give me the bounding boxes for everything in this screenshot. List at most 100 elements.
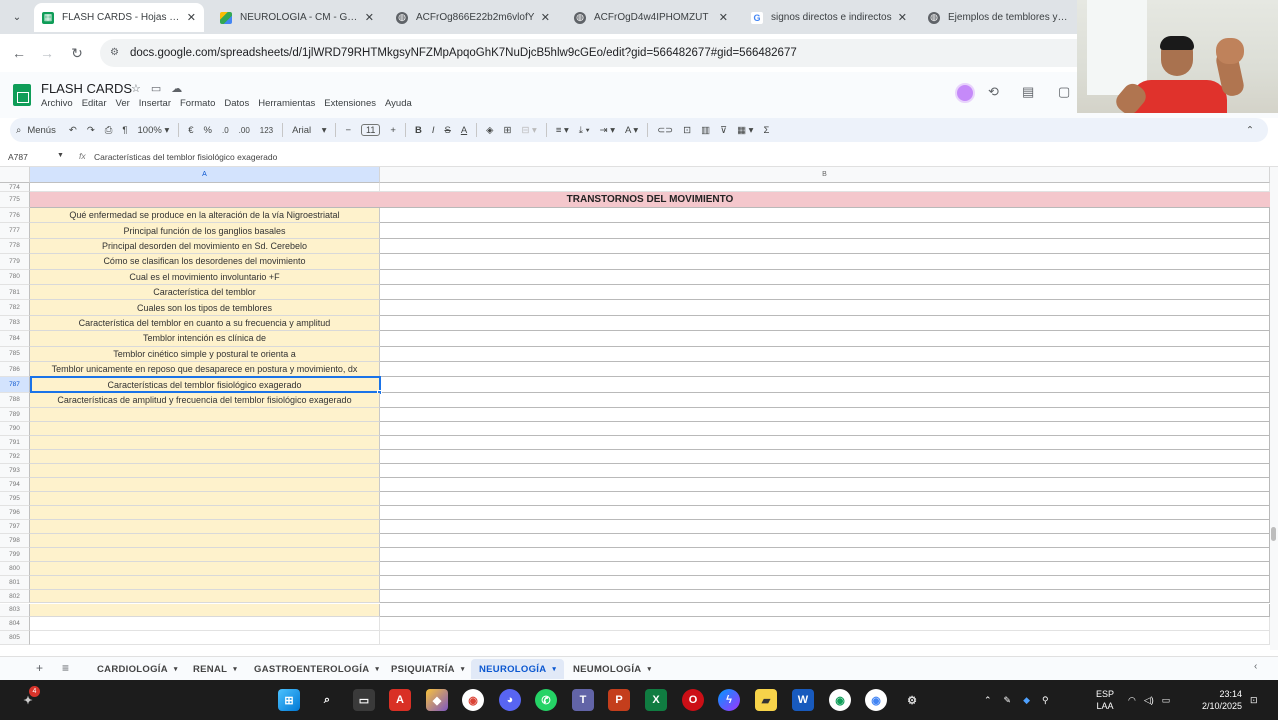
meet-icon[interactable]: ▢ [1058, 84, 1070, 100]
search-menus-button[interactable]: ⌕ Menús [16, 125, 56, 136]
search-icon[interactable]: ⌕ [316, 689, 338, 711]
chrome-icon[interactable]: ◉ [462, 689, 484, 711]
table-cell[interactable] [380, 254, 1270, 270]
vertical-scrollbar[interactable] [1270, 167, 1278, 650]
table-cell[interactable] [380, 362, 1270, 378]
table-cell[interactable] [30, 505, 380, 520]
document-title[interactable]: FLASH CARDS [41, 81, 132, 96]
row-header[interactable]: 788 [0, 392, 30, 409]
powerpoint-icon[interactable]: P [608, 689, 630, 711]
acrobat-icon[interactable]: A [389, 689, 411, 711]
quick-settings[interactable]: ◠ ◁) ▭ [1128, 680, 1170, 720]
word-icon[interactable]: W [792, 689, 814, 711]
name-box-dropdown-icon[interactable]: ▼ [57, 152, 64, 159]
column-header-a[interactable]: A [30, 167, 380, 183]
text-color-icon[interactable]: A [461, 125, 467, 136]
table-cell[interactable] [30, 589, 380, 604]
table-cell[interactable]: Cuales son los tipos de temblores [30, 300, 380, 316]
print-icon[interactable]: ⎙ [105, 125, 113, 136]
reload-icon[interactable]: ↻ [68, 44, 86, 62]
row-header[interactable]: 790 [0, 422, 30, 437]
table-cell[interactable] [30, 603, 380, 618]
table-cell[interactable] [30, 436, 380, 451]
comments-icon[interactable]: ▤ [1022, 84, 1034, 100]
menu-archivo[interactable]: Archivo [41, 98, 73, 109]
row-header[interactable]: 777 [0, 223, 30, 239]
tab-search-chevron-icon[interactable]: ⌄ [6, 7, 28, 27]
vertical-align-icon[interactable]: ⤓ ▾ [579, 125, 590, 136]
browser-tab-acfrog-1[interactable]: ◍ ACFrOg866E22b2m6vlofY ✕ [388, 3, 558, 32]
chrome-profile-icon[interactable]: ◉ [829, 689, 851, 711]
insert-link-icon[interactable]: ⊂⊃ [657, 125, 673, 136]
italic-icon[interactable]: I [432, 125, 435, 136]
scroll-tabs-icon[interactable]: ‹ [1254, 661, 1257, 672]
microphone-icon[interactable]: ⚲ [1042, 695, 1049, 706]
redo-icon[interactable]: ↷ [87, 125, 95, 136]
add-sheet-icon[interactable]: + [36, 661, 43, 675]
table-cell[interactable] [380, 223, 1270, 239]
filter-views-icon[interactable]: ▦ ▾ [737, 125, 753, 136]
text-wrap-icon[interactable]: ⇥ ▾ [600, 125, 615, 136]
table-cell[interactable] [380, 464, 1270, 478]
table-cell[interactable] [30, 422, 380, 437]
row-header[interactable]: 778 [0, 238, 30, 255]
merge-cells-icon[interactable]: ⊟ ▾ [521, 125, 536, 136]
table-cell[interactable] [380, 477, 1270, 492]
table-cell[interactable] [30, 477, 380, 492]
sheet-tab-psiquiatria[interactable]: PSIQUIATRÍA ▾ [383, 659, 473, 679]
table-cell[interactable] [380, 575, 1270, 590]
menu-herramientas[interactable]: Herramientas [258, 98, 315, 109]
table-cell[interactable] [30, 631, 380, 646]
formula-input[interactable]: Características del temblor fisiológico … [94, 152, 277, 162]
row-header[interactable]: 799 [0, 547, 30, 562]
row-header[interactable]: 782 [0, 300, 30, 316]
table-cell[interactable] [30, 450, 380, 464]
row-header[interactable]: 776 [0, 208, 30, 224]
currency-button[interactable]: € [188, 125, 193, 136]
row-header[interactable]: 775 [0, 192, 30, 208]
sheet-tab-neurologia[interactable]: NEUROLOGÍA ▾ [471, 659, 565, 679]
table-cell[interactable]: Principal función de los ganglios basale… [30, 223, 380, 239]
row-header[interactable]: 794 [0, 477, 30, 492]
text-rotation-icon[interactable]: A ▾ [625, 125, 638, 136]
menu-datos[interactable]: Datos [224, 98, 249, 109]
sheet-tab-gastroenterologia[interactable]: GASTROENTEROLOGÍA ▾ [246, 659, 387, 679]
table-cell[interactable] [380, 533, 1270, 548]
move-folder-icon[interactable]: ▭ [151, 82, 161, 95]
row-header[interactable]: 781 [0, 285, 30, 301]
discord-icon[interactable]: ◕ [499, 689, 521, 711]
undo-icon[interactable]: ↶ [69, 125, 77, 136]
row-header[interactable]: 804 [0, 617, 30, 632]
row-header[interactable]: 780 [0, 269, 30, 285]
copilot-icon[interactable]: ◆ [426, 689, 448, 711]
decrease-decimal-button[interactable]: .0 [222, 126, 229, 135]
browser-tab-neurologia-drive[interactable]: NEUROLOGÍA - CM - Google Drive ✕ [212, 3, 382, 32]
increase-font-size-button[interactable]: + [390, 125, 396, 136]
star-icon[interactable]: ☆ [131, 82, 141, 95]
row-header[interactable]: 783 [0, 315, 30, 332]
row-header[interactable]: 785 [0, 346, 30, 362]
table-cell[interactable] [30, 617, 380, 632]
table-cell[interactable] [380, 208, 1270, 224]
more-formats-button[interactable]: 123 [260, 126, 273, 135]
table-cell[interactable]: Característica del temblor en cuanto a s… [30, 315, 380, 332]
notifications-icon[interactable]: ⊡ [1250, 680, 1258, 720]
table-cell[interactable] [380, 331, 1270, 347]
settings-icon[interactable]: ⚙ [901, 689, 923, 711]
fill-color-icon[interactable]: ◈ [486, 125, 493, 136]
spreadsheet-grid[interactable]: A B 774 775 TRANSTORNOS DEL MOVIMIENTO 7… [0, 167, 1278, 650]
row-header[interactable]: 805 [0, 631, 30, 646]
pen-icon[interactable]: ✎ [1004, 695, 1012, 706]
cloud-status-icon[interactable]: ☁ [171, 82, 182, 95]
table-cell[interactable] [380, 589, 1270, 604]
table-cell[interactable] [380, 491, 1270, 506]
table-cell[interactable] [380, 547, 1270, 562]
row-header[interactable]: 784 [0, 331, 30, 347]
forward-arrow-icon[interactable]: → [38, 44, 56, 62]
all-sheets-icon[interactable]: ≡ [62, 661, 69, 675]
table-cell[interactable]: Temblor unicamente en reposo que desapar… [30, 362, 380, 378]
table-cell[interactable] [380, 422, 1270, 437]
row-header[interactable]: 789 [0, 408, 30, 423]
table-cell[interactable] [380, 408, 1270, 423]
close-tab-icon[interactable]: ✕ [365, 11, 374, 24]
